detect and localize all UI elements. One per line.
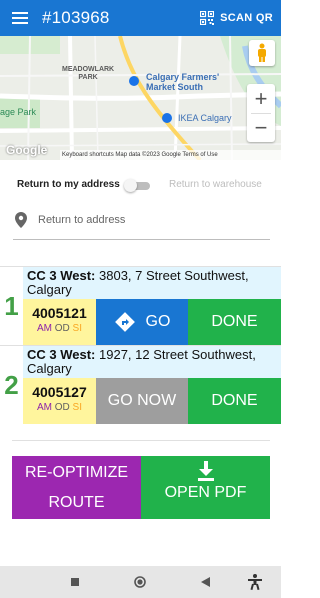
return-to-warehouse-label: Return to warehouse bbox=[169, 179, 262, 190]
flag-am: AM bbox=[36, 323, 52, 334]
stop-flags: AM OD SI bbox=[23, 323, 96, 334]
street-view-button[interactable] bbox=[249, 40, 275, 66]
square-icon bbox=[71, 578, 79, 586]
directions-icon bbox=[114, 312, 135, 332]
stop-id: 4005127 bbox=[32, 384, 87, 400]
return-address-placeholder: Return to address bbox=[38, 214, 126, 226]
go-label: GO bbox=[145, 313, 171, 330]
stop-row: 1 CC 3 West: 3803, 7 Street Southwest, C… bbox=[0, 267, 281, 345]
zoom-controls: + − bbox=[247, 84, 275, 142]
stop-flags: AM OD SI bbox=[23, 402, 96, 413]
app-bar: #103968 SCAN QR bbox=[0, 0, 281, 36]
reoptimize-label-line2: ROUTE bbox=[48, 494, 105, 511]
map-label-market: Calgary Farmers' Market South bbox=[146, 72, 219, 92]
location-pin-icon bbox=[15, 212, 27, 228]
menu-button[interactable] bbox=[0, 0, 40, 36]
return-address-input[interactable]: Return to address bbox=[13, 206, 270, 240]
recents-button[interactable] bbox=[67, 574, 83, 590]
qr-code-icon bbox=[200, 11, 215, 25]
menu-icon bbox=[12, 12, 28, 24]
scan-qr-label: SCAN QR bbox=[220, 12, 273, 24]
scan-qr-button[interactable]: SCAN QR bbox=[200, 0, 273, 36]
app-screen: #103968 SCAN QR MEADOWLARK PARK Calgary … bbox=[0, 0, 281, 598]
divider-actions bbox=[12, 440, 270, 441]
flag-od: OD bbox=[54, 323, 70, 334]
flag-od: OD bbox=[54, 402, 70, 413]
reoptimize-label-line1: RE-OPTIMIZE bbox=[24, 464, 129, 481]
done-button[interactable]: DONE bbox=[188, 378, 281, 424]
zoom-out-button[interactable]: − bbox=[247, 113, 275, 142]
stop-address[interactable]: CC 3 West: 3803, 7 Street Southwest, Cal… bbox=[23, 267, 281, 299]
stop-number: 2 bbox=[0, 346, 23, 424]
return-toggle-switch[interactable] bbox=[124, 179, 152, 192]
map-label-market-text: Calgary Farmers' Market South bbox=[146, 72, 220, 92]
zoom-in-button[interactable]: + bbox=[247, 84, 275, 113]
stop-site: CC 3 West: bbox=[27, 347, 96, 362]
download-icon bbox=[197, 461, 214, 481]
google-logo: Google bbox=[6, 143, 48, 157]
stop-site: CC 3 West: bbox=[27, 268, 96, 283]
map-label-meadowlark-text: MEADOWLARK PARK bbox=[62, 66, 115, 81]
triangle-back-icon bbox=[200, 577, 210, 587]
map-label-park: age Park bbox=[0, 107, 37, 117]
done-button[interactable]: DONE bbox=[188, 299, 281, 345]
route-map[interactable]: MEADOWLARK PARK Calgary Farmers' Market … bbox=[0, 36, 281, 160]
go-now-button[interactable]: GO NOW bbox=[96, 378, 188, 424]
accessibility-icon bbox=[248, 574, 262, 590]
circle-icon bbox=[134, 576, 146, 588]
map-label-meadowlark: MEADOWLARK PARK bbox=[62, 66, 114, 82]
back-button[interactable] bbox=[197, 574, 213, 590]
system-nav-bar bbox=[0, 566, 281, 598]
reoptimize-route-button[interactable]: RE-OPTIMIZE ROUTE bbox=[12, 456, 141, 519]
stop-id: 4005121 bbox=[32, 305, 87, 321]
stop-number: 1 bbox=[0, 267, 23, 345]
page-title: #103968 bbox=[42, 8, 110, 27]
stop-id-box: 4005127 AM OD SI bbox=[23, 378, 96, 424]
stop-row: 2 CC 3 West: 1927, 12 Street Southwest, … bbox=[0, 346, 281, 424]
return-to-my-address-label: Return to my address bbox=[17, 179, 120, 190]
map-roads bbox=[0, 36, 281, 160]
accessibility-button[interactable] bbox=[247, 574, 263, 590]
open-pdf-button[interactable]: OPEN PDF bbox=[141, 456, 270, 519]
home-button[interactable] bbox=[132, 574, 148, 590]
zoom-divider bbox=[251, 113, 271, 114]
stop-id-box: 4005121 AM OD SI bbox=[23, 299, 96, 345]
flag-si: SI bbox=[72, 323, 82, 334]
return-options: Return to my address Return to warehouse bbox=[0, 170, 281, 200]
flag-am: AM bbox=[36, 402, 52, 413]
switch-knob bbox=[124, 179, 137, 192]
map-attribution[interactable]: Keyboard shortcuts Map data ©2023 Google… bbox=[60, 150, 281, 160]
flag-si: SI bbox=[72, 402, 82, 413]
street-view-icon bbox=[258, 43, 266, 62]
map-label-ikea: IKEA Calgary bbox=[178, 113, 232, 123]
open-pdf-label: OPEN PDF bbox=[164, 484, 247, 501]
stop-address[interactable]: CC 3 West: 1927, 12 Street Southwest, Ca… bbox=[23, 346, 281, 378]
go-button[interactable]: GO bbox=[96, 299, 188, 345]
